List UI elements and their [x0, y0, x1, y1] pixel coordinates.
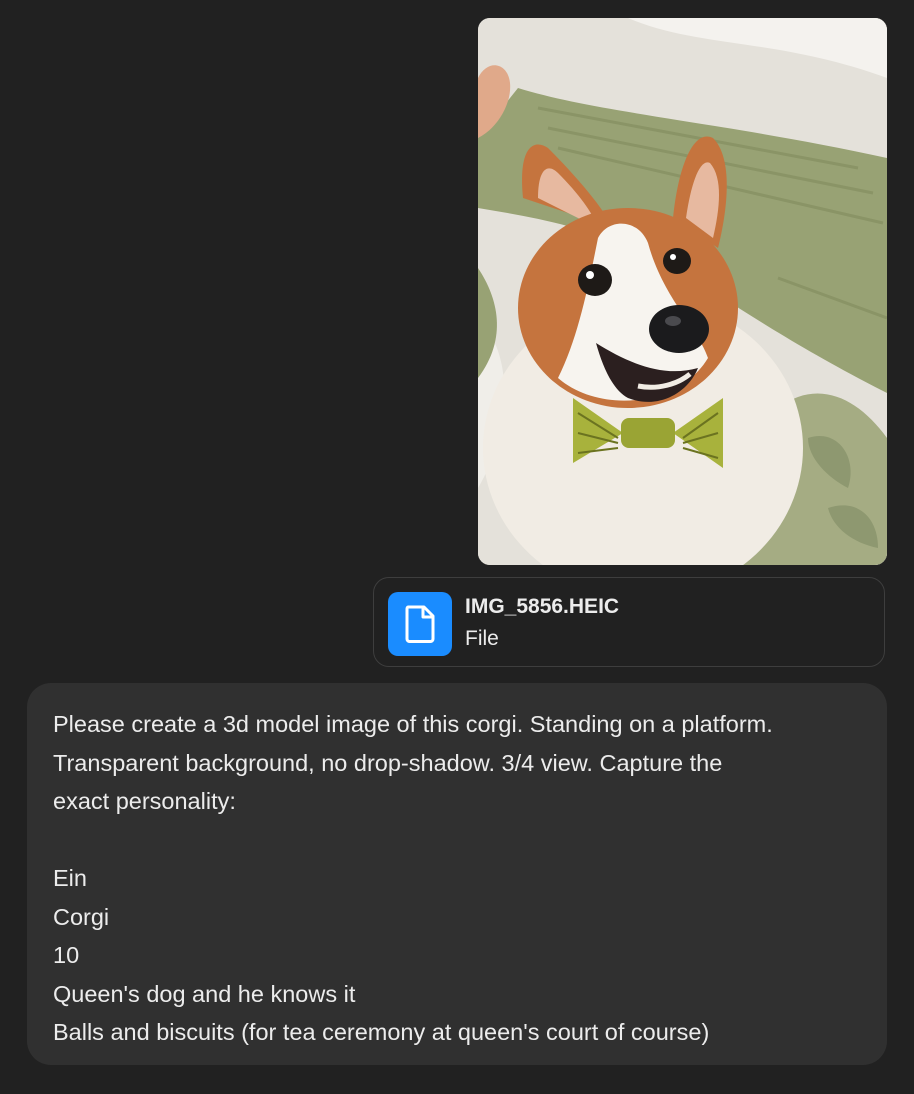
message-line: exact personality: — [53, 788, 236, 814]
file-attachment-card[interactable]: IMG_5856.HEIC File — [373, 577, 885, 667]
user-message-bubble: Please create a 3d model image of this c… — [27, 683, 887, 1065]
file-name: IMG_5856.HEIC — [465, 595, 620, 618]
message-line: Please create a 3d model image of this c… — [53, 711, 773, 737]
message-line: Transparent background, no drop-shadow. … — [53, 749, 723, 776]
message-line: Corgi — [53, 903, 110, 930]
file-type-label: File — [465, 627, 499, 650]
message-line: 10 — [53, 942, 80, 968]
attached-corgi-photo[interactable] — [478, 18, 887, 565]
message-line: Queen's dog and he knows it — [53, 980, 356, 1007]
document-icon — [388, 592, 452, 656]
message-line: Balls and biscuits (for tea ceremony at … — [53, 1019, 710, 1045]
message-line: Ein — [53, 865, 87, 891]
chat-thread: IMG_5856.HEIC File Please create a 3d mo… — [0, 0, 914, 1094]
